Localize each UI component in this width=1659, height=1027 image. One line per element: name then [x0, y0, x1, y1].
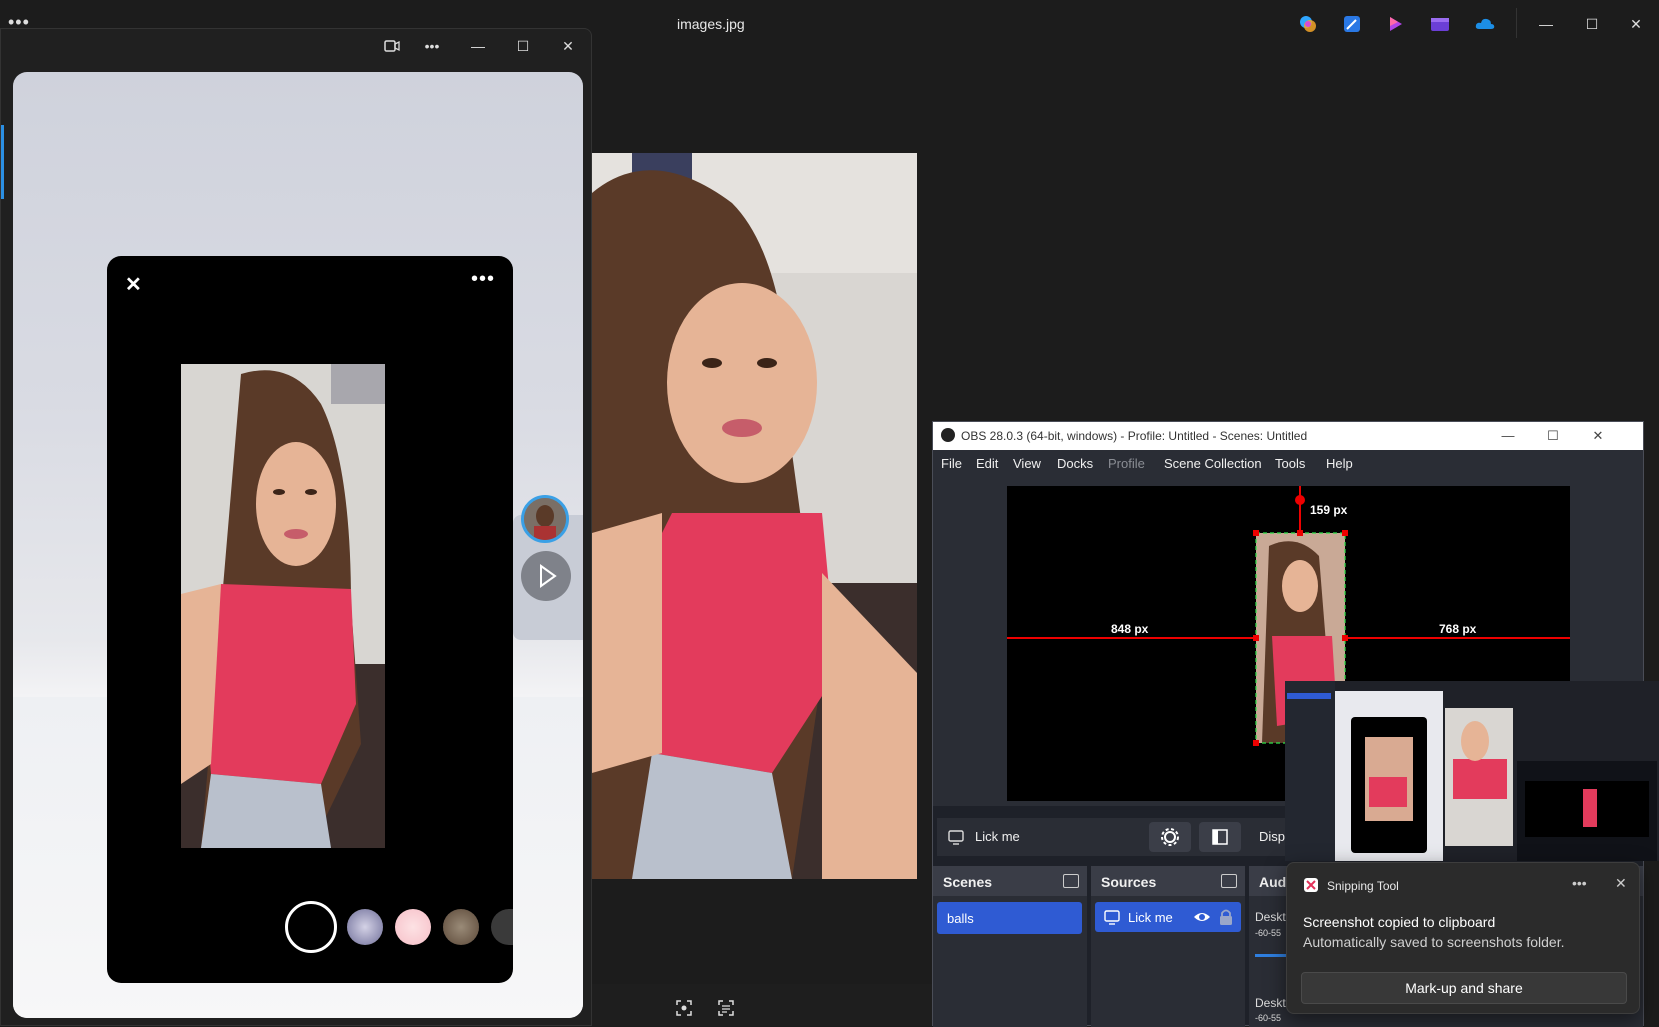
menu-tools[interactable]: Tools [1275, 456, 1305, 471]
sources-dock-header: Sources [1091, 866, 1245, 896]
source-filters-button[interactable] [1199, 822, 1241, 852]
toast-heading: Screenshot copied to clipboard [1303, 914, 1496, 930]
camera-close-button[interactable]: ✕ [557, 35, 579, 57]
play-icon[interactable] [521, 551, 571, 601]
menu-scene-collection[interactable]: Scene Collection [1164, 456, 1262, 471]
toast-close-button[interactable]: ✕ [1615, 875, 1627, 892]
filter-more-icon[interactable] [491, 909, 513, 945]
camera-app-window: ••• — ☐ ✕ ✕ ••• [0, 28, 592, 1026]
audio-db-scale: -60-55 [1255, 928, 1282, 938]
display-source-icon [947, 828, 965, 846]
onedrive-icon[interactable] [1474, 14, 1495, 34]
obs-title: OBS 28.0.3 (64-bit, windows) - Profile: … [961, 429, 1308, 443]
menu-view[interactable]: View [1013, 456, 1041, 471]
obs-menubar: File Edit View Docks Profile Scene Colle… [933, 450, 1643, 476]
filter-sparkle-icon[interactable] [347, 909, 383, 945]
selected-source-name: Lick me [975, 829, 1020, 844]
toast-more-button[interactable]: ••• [1572, 875, 1587, 891]
obs-minimize-button[interactable]: — [1498, 426, 1518, 446]
side-accent-bar [1, 125, 4, 199]
text-scan-icon[interactable] [716, 998, 736, 1018]
sources-dock: Sources Lick me [1091, 866, 1245, 1027]
video-mode-icon[interactable] [381, 35, 403, 57]
shutter-button[interactable] [285, 901, 337, 953]
scenes-title: Scenes [943, 874, 993, 890]
filter-donkey-icon[interactable] [443, 909, 479, 945]
source-properties-button[interactable] [1149, 822, 1191, 852]
photos-close-button[interactable]: ✕ [1626, 14, 1646, 34]
sources-undock-icon[interactable] [1221, 874, 1237, 888]
left-distance-label: 848 px [1111, 622, 1149, 636]
copilot-icon[interactable] [1298, 14, 1318, 34]
snipping-tool-icon [1303, 877, 1319, 893]
audio-db-scale-2: -60-55 [1255, 1013, 1282, 1023]
toast-body: Automatically saved to screenshots folde… [1303, 934, 1565, 950]
obs-titlebar: OBS 28.0.3 (64-bit, windows) - Profile: … [933, 422, 1643, 450]
display-source-icon [1103, 908, 1121, 926]
phone-photo-image [181, 364, 385, 848]
filter-face-icon[interactable] [395, 909, 431, 945]
camera-viewfinder: ✕ ••• [13, 72, 583, 1018]
source-item[interactable]: Lick me [1095, 902, 1241, 932]
photos-maximize-button[interactable]: ☐ [1582, 14, 1602, 34]
menu-docks[interactable]: Docks [1057, 456, 1093, 471]
phone-frame: ✕ ••• [107, 256, 513, 983]
snipping-tool-notification: Snipping Tool ••• ✕ Screenshot copied to… [1286, 862, 1640, 1014]
visibility-eye-icon[interactable] [1193, 909, 1211, 925]
sources-title: Sources [1101, 874, 1157, 890]
markup-and-share-button[interactable]: Mark-up and share [1301, 972, 1627, 1004]
camera-minimize-button[interactable]: — [467, 35, 489, 57]
scene-item[interactable]: balls [937, 902, 1082, 934]
obs-logo-icon [941, 428, 955, 442]
photos-minimize-button[interactable]: — [1536, 14, 1556, 34]
menu-edit[interactable]: Edit [976, 456, 998, 471]
source-item-label: Lick me [1128, 910, 1173, 925]
scenes-dock-header: Scenes [933, 866, 1087, 896]
menu-profile[interactable]: Profile [1108, 456, 1145, 471]
phone-close-button[interactable]: ✕ [125, 272, 142, 297]
clipchamp-icon[interactable] [1386, 14, 1406, 34]
camera-more-button[interactable]: ••• [421, 35, 443, 57]
obs-maximize-button[interactable]: ☐ [1543, 426, 1563, 446]
designer-icon[interactable] [1342, 14, 1362, 34]
photos-bottom-toolbar [592, 984, 932, 1026]
recent-capture-thumbnail[interactable] [521, 495, 569, 543]
video-editor-icon[interactable] [1430, 14, 1450, 34]
titlebar-separator [1516, 8, 1517, 38]
scan-icon[interactable] [674, 998, 694, 1018]
camera-maximize-button[interactable]: ☐ [512, 35, 534, 57]
scenes-dock: Scenes balls [933, 866, 1087, 1027]
phone-more-button[interactable]: ••• [471, 268, 495, 291]
top-distance-label: 159 px [1310, 503, 1348, 517]
obs-close-button[interactable]: ✕ [1588, 426, 1608, 446]
toast-app-name: Snipping Tool [1327, 879, 1399, 893]
snip-preview-strip [1285, 681, 1659, 861]
lock-icon[interactable] [1219, 908, 1233, 926]
scenes-undock-icon[interactable] [1063, 874, 1079, 888]
scene-item-label: balls [947, 911, 974, 926]
main-photo-image [592, 153, 917, 879]
menu-file[interactable]: File [941, 456, 962, 471]
menu-help[interactable]: Help [1326, 456, 1353, 471]
photos-file-title: images.jpg [677, 16, 745, 32]
right-distance-label: 768 px [1439, 622, 1477, 636]
